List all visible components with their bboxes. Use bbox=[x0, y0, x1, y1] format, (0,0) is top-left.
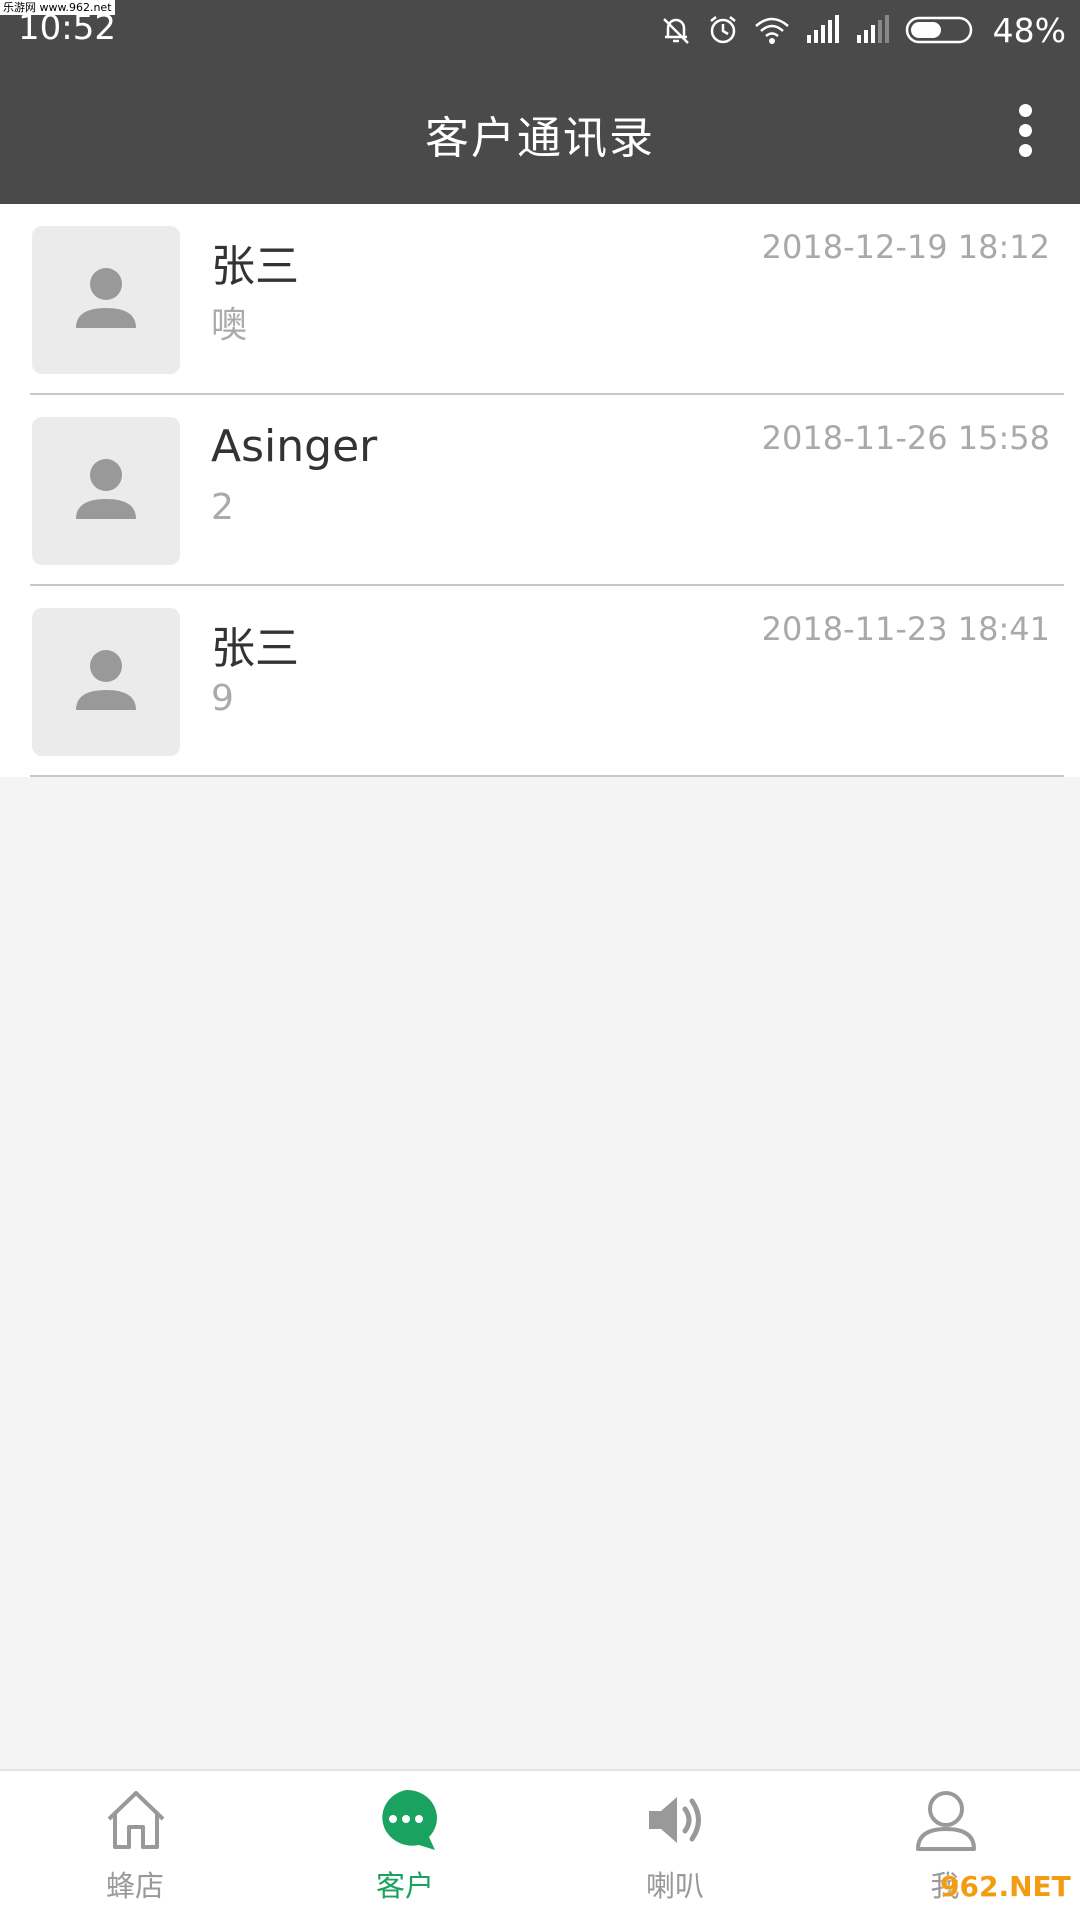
divider bbox=[30, 775, 1064, 777]
contact-list: 张三 噢 2018-12-19 18:12 Asinger 2 2018-11-… bbox=[0, 204, 1080, 777]
nav-label: 蜂店 bbox=[105, 1869, 164, 1903]
watermark-logo: 962.NET bbox=[940, 1870, 1071, 1903]
speaker-icon bbox=[643, 1787, 709, 1853]
person-placeholder-icon bbox=[76, 459, 136, 519]
list-item[interactable]: Asinger 2 2018-11-26 15:58 bbox=[0, 395, 1080, 586]
contact-name: Asinger bbox=[211, 421, 378, 472]
user-icon bbox=[913, 1787, 979, 1853]
nav-label: 喇叭 bbox=[645, 1869, 704, 1903]
mute-bell-icon bbox=[659, 13, 693, 47]
person-placeholder-icon bbox=[76, 268, 136, 328]
battery-percent: 48% bbox=[992, 10, 1066, 50]
signal-icon-1 bbox=[805, 15, 841, 45]
status-bar: 乐游网 www.962.net 10:52 48% bbox=[0, 0, 1080, 62]
last-message: 噢 bbox=[211, 305, 248, 346]
alarm-icon bbox=[707, 14, 739, 46]
home-icon bbox=[103, 1787, 169, 1853]
avatar bbox=[32, 608, 180, 756]
status-icons: 48% bbox=[659, 10, 1066, 50]
chat-bubble-icon bbox=[373, 1787, 439, 1853]
signal-icon-2 bbox=[855, 15, 891, 45]
person-placeholder-icon bbox=[76, 650, 136, 710]
last-message: 9 bbox=[211, 678, 234, 719]
app-header: 客户通讯录 bbox=[0, 62, 1080, 204]
nav-item-shop[interactable]: 蜂店 bbox=[0, 1771, 270, 1922]
status-time: 10:52 bbox=[18, 8, 116, 48]
message-timestamp: 2018-12-19 18:12 bbox=[761, 228, 1050, 266]
more-vertical-icon[interactable] bbox=[1010, 104, 1040, 164]
contact-name: 张三 bbox=[211, 241, 299, 292]
nav-item-speaker[interactable]: 喇叭 bbox=[540, 1771, 810, 1922]
bottom-nav: 蜂店 客户 喇叭 我 bbox=[0, 1769, 1080, 1922]
message-timestamp: 2018-11-26 15:58 bbox=[761, 419, 1050, 457]
nav-label: 客户 bbox=[375, 1869, 434, 1903]
last-message: 2 bbox=[211, 487, 234, 528]
avatar bbox=[32, 226, 180, 374]
message-timestamp: 2018-11-23 18:41 bbox=[761, 610, 1050, 648]
contact-name: 张三 bbox=[211, 623, 299, 674]
nav-item-customers[interactable]: 客户 bbox=[270, 1771, 540, 1922]
list-item[interactable]: 张三 噢 2018-12-19 18:12 bbox=[0, 204, 1080, 395]
battery-icon bbox=[905, 15, 977, 45]
avatar bbox=[32, 417, 180, 565]
page-title: 客户通讯录 bbox=[425, 113, 655, 164]
list-item[interactable]: 张三 9 2018-11-23 18:41 bbox=[0, 586, 1080, 777]
wifi-icon bbox=[753, 14, 791, 46]
